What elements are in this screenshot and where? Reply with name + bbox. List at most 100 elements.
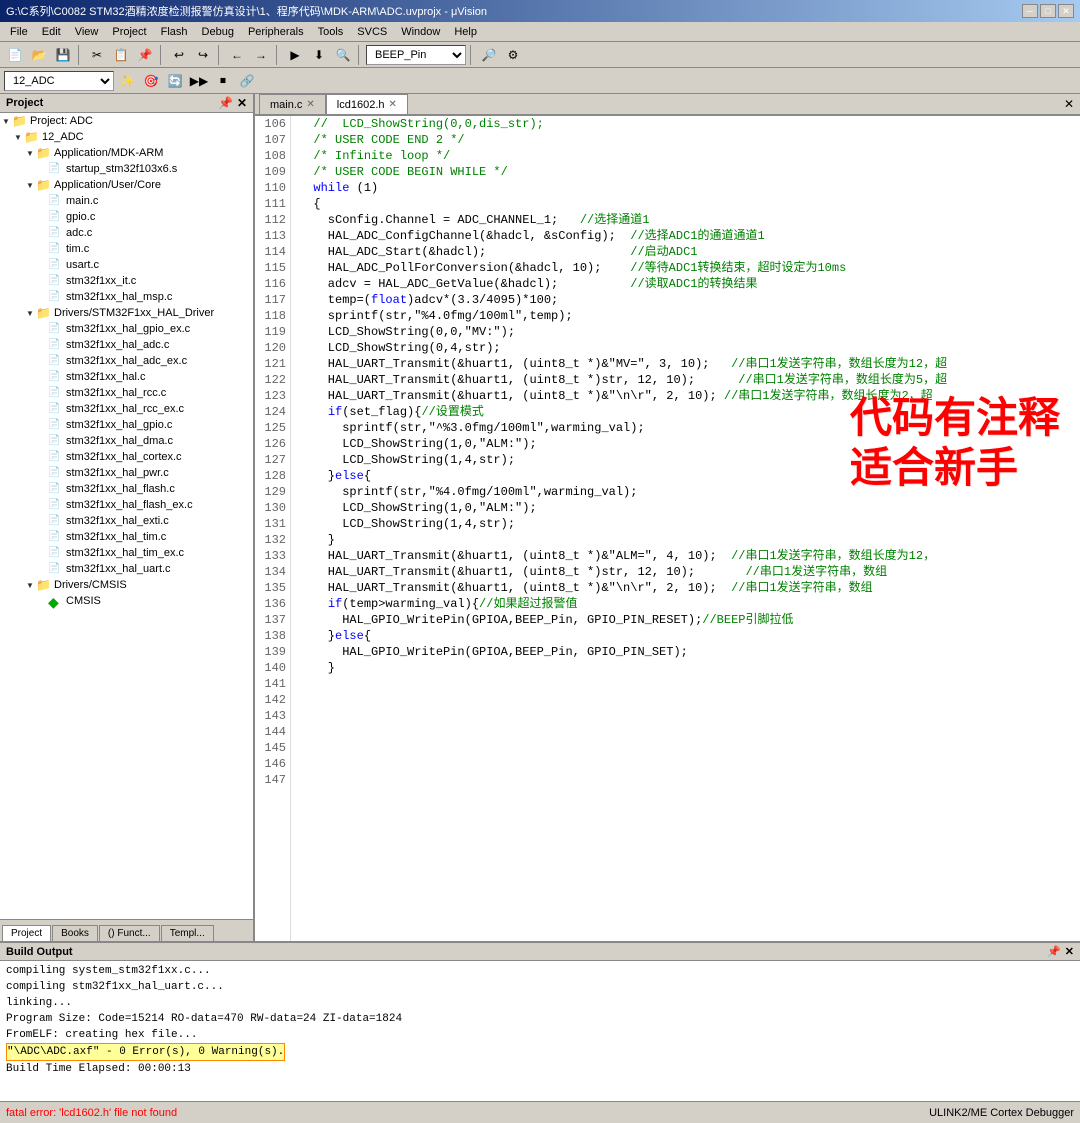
tree-item[interactable]: 📄stm32f1xx_hal_cortex.c: [0, 449, 253, 465]
panel-pin-icon[interactable]: 📌: [218, 96, 233, 110]
close-button[interactable]: ✕: [1058, 4, 1074, 18]
tree-item[interactable]: ▼📁Project: ADC: [0, 113, 253, 129]
tree-item[interactable]: 📄stm32f1xx_hal_pwr.c: [0, 465, 253, 481]
refresh-button[interactable]: 🔄: [164, 70, 186, 92]
tree-item[interactable]: 📄stm32f1xx_hal_flash.c: [0, 481, 253, 497]
tree-item[interactable]: 📄stm32f1xx_hal.c: [0, 369, 253, 385]
menu-item-project[interactable]: Project: [106, 25, 152, 39]
tree-item[interactable]: ▼📁Drivers/CMSIS: [0, 577, 253, 593]
menu-item-view[interactable]: View: [69, 25, 105, 39]
tree-item[interactable]: 📄stm32f1xx_hal_flash_ex.c: [0, 497, 253, 513]
tree-toggle-icon[interactable]: ▼: [12, 133, 24, 142]
menu-item-svcs[interactable]: SVCS: [351, 25, 393, 39]
target-selector[interactable]: BEEP_Pin: [366, 45, 466, 65]
tree-toggle-icon[interactable]: ▼: [24, 309, 36, 318]
paste-button[interactable]: 📌: [134, 44, 156, 66]
folder-icon: 📁: [36, 578, 52, 592]
magic-button[interactable]: ✨: [116, 70, 138, 92]
tree-item[interactable]: 📄tim.c: [0, 241, 253, 257]
tab-main-c[interactable]: main.c ✕: [259, 94, 326, 114]
project-tab----funct---[interactable]: () Funct...: [99, 925, 160, 941]
tree-item[interactable]: ▼📁Drivers/STM32F1xx_HAL_Driver: [0, 305, 253, 321]
tree-item[interactable]: 📄stm32f1xx_hal_exti.c: [0, 513, 253, 529]
tree-item[interactable]: 📄stm32f1xx_hal_rcc_ex.c: [0, 401, 253, 417]
debug-button[interactable]: 🔍: [332, 44, 354, 66]
settings-button[interactable]: ⚙: [502, 44, 524, 66]
menu-item-file[interactable]: File: [4, 25, 34, 39]
tree-toggle-icon[interactable]: ▼: [24, 181, 36, 190]
tree-item[interactable]: 📄usart.c: [0, 257, 253, 273]
tree-toggle-icon[interactable]: ▼: [24, 581, 36, 590]
connect-button[interactable]: 🔗: [236, 70, 258, 92]
tree-item[interactable]: 📄stm32f1xx_hal_tim.c: [0, 529, 253, 545]
tree-item[interactable]: 📄stm32f1xx_hal_msp.c: [0, 289, 253, 305]
tree-item[interactable]: 📄stm32f1xx_it.c: [0, 273, 253, 289]
tree-item[interactable]: ▼📁Application/MDK-ARM: [0, 145, 253, 161]
download-button[interactable]: ⬇: [308, 44, 330, 66]
tree-item[interactable]: 📄stm32f1xx_hal_adc.c: [0, 337, 253, 353]
tree-item[interactable]: 📄stm32f1xx_hal_dma.c: [0, 433, 253, 449]
project-selector[interactable]: 12_ADC: [4, 71, 114, 91]
tab-main-c-close[interactable]: ✕: [306, 99, 314, 110]
editor-panel-close-icon[interactable]: ✕: [1064, 97, 1074, 112]
tree-item[interactable]: 📄gpio.c: [0, 209, 253, 225]
tree-item[interactable]: 📄startup_stm32f103x6.s: [0, 161, 253, 177]
build-output-close-icon[interactable]: ✕: [1065, 945, 1074, 958]
run-button[interactable]: ▶▶: [188, 70, 210, 92]
tree-item[interactable]: 📄adc.c: [0, 225, 253, 241]
build-output-pin-icon[interactable]: 📌: [1047, 945, 1061, 958]
tree-item[interactable]: 📄stm32f1xx_hal_gpio.c: [0, 417, 253, 433]
tree-item[interactable]: ▼📁12_ADC: [0, 129, 253, 145]
copy-button[interactable]: 📋: [110, 44, 132, 66]
file-icon: 📄: [48, 354, 64, 368]
tree-item[interactable]: 📄stm32f1xx_hal_rcc.c: [0, 385, 253, 401]
menu-item-debug[interactable]: Debug: [196, 25, 240, 39]
diamond-icon: ◆: [48, 594, 64, 608]
cut-button[interactable]: ✂: [86, 44, 108, 66]
line-number: 141: [255, 676, 286, 692]
line-number: 110: [255, 180, 286, 196]
tree-item-label: CMSIS: [66, 595, 101, 607]
maximize-button[interactable]: □: [1040, 4, 1056, 18]
nav-back-button[interactable]: ←: [226, 44, 248, 66]
line-number: 116: [255, 276, 286, 292]
tab-lcd1602-h[interactable]: lcd1602.h ✕: [326, 94, 408, 114]
tree-item[interactable]: 📄stm32f1xx_hal_uart.c: [0, 561, 253, 577]
menu-item-edit[interactable]: Edit: [36, 25, 67, 39]
minimize-button[interactable]: ─: [1022, 4, 1038, 18]
file-icon: 📄: [48, 546, 64, 560]
tab-lcd1602-h-close[interactable]: ✕: [389, 99, 397, 110]
menu-item-peripherals[interactable]: Peripherals: [242, 25, 310, 39]
project-tab-books[interactable]: Books: [52, 925, 98, 941]
tree-toggle-icon[interactable]: ▼: [0, 117, 12, 126]
undo-button[interactable]: ↩: [168, 44, 190, 66]
title-bar-text: G:\C系列\C0082 STM32酒精浓度检测报警仿真设计\1、程序代码\MD…: [6, 3, 1022, 19]
nav-forward-button[interactable]: →: [250, 44, 272, 66]
file-icon: 📄: [48, 194, 64, 208]
redo-button[interactable]: ↪: [192, 44, 214, 66]
menu-item-help[interactable]: Help: [448, 25, 483, 39]
tree-item[interactable]: 📄main.c: [0, 193, 253, 209]
project-tab-project[interactable]: Project: [2, 925, 51, 941]
target-options-button[interactable]: 🎯: [140, 70, 162, 92]
panel-close-icon[interactable]: ✕: [237, 96, 247, 110]
menu-item-flash[interactable]: Flash: [155, 25, 194, 39]
tree-item[interactable]: 📄stm32f1xx_hal_adc_ex.c: [0, 353, 253, 369]
menu-item-window[interactable]: Window: [395, 25, 446, 39]
tree-item[interactable]: ◆CMSIS: [0, 593, 253, 609]
new-file-button[interactable]: 📄: [4, 44, 26, 66]
tree-toggle-icon[interactable]: ▼: [24, 149, 36, 158]
save-button[interactable]: 💾: [52, 44, 74, 66]
tree-item[interactable]: 📄stm32f1xx_hal_gpio_ex.c: [0, 321, 253, 337]
tree-item[interactable]: ▼📁Application/User/Core: [0, 177, 253, 193]
project-tab-templ---[interactable]: Templ...: [161, 925, 214, 941]
menu-item-tools[interactable]: Tools: [312, 25, 350, 39]
stop-button[interactable]: ⏹: [212, 70, 234, 92]
build-button[interactable]: ▶: [284, 44, 306, 66]
open-button[interactable]: 📂: [28, 44, 50, 66]
code-content[interactable]: // LCD_ShowString(0,0,dis_str); /* USER …: [291, 116, 1080, 941]
tree-item[interactable]: 📄stm32f1xx_hal_tim_ex.c: [0, 545, 253, 561]
line-number: 134: [255, 564, 286, 580]
search-icon[interactable]: 🔎: [478, 44, 500, 66]
project-panel-header: Project 📌 ✕: [0, 94, 253, 113]
